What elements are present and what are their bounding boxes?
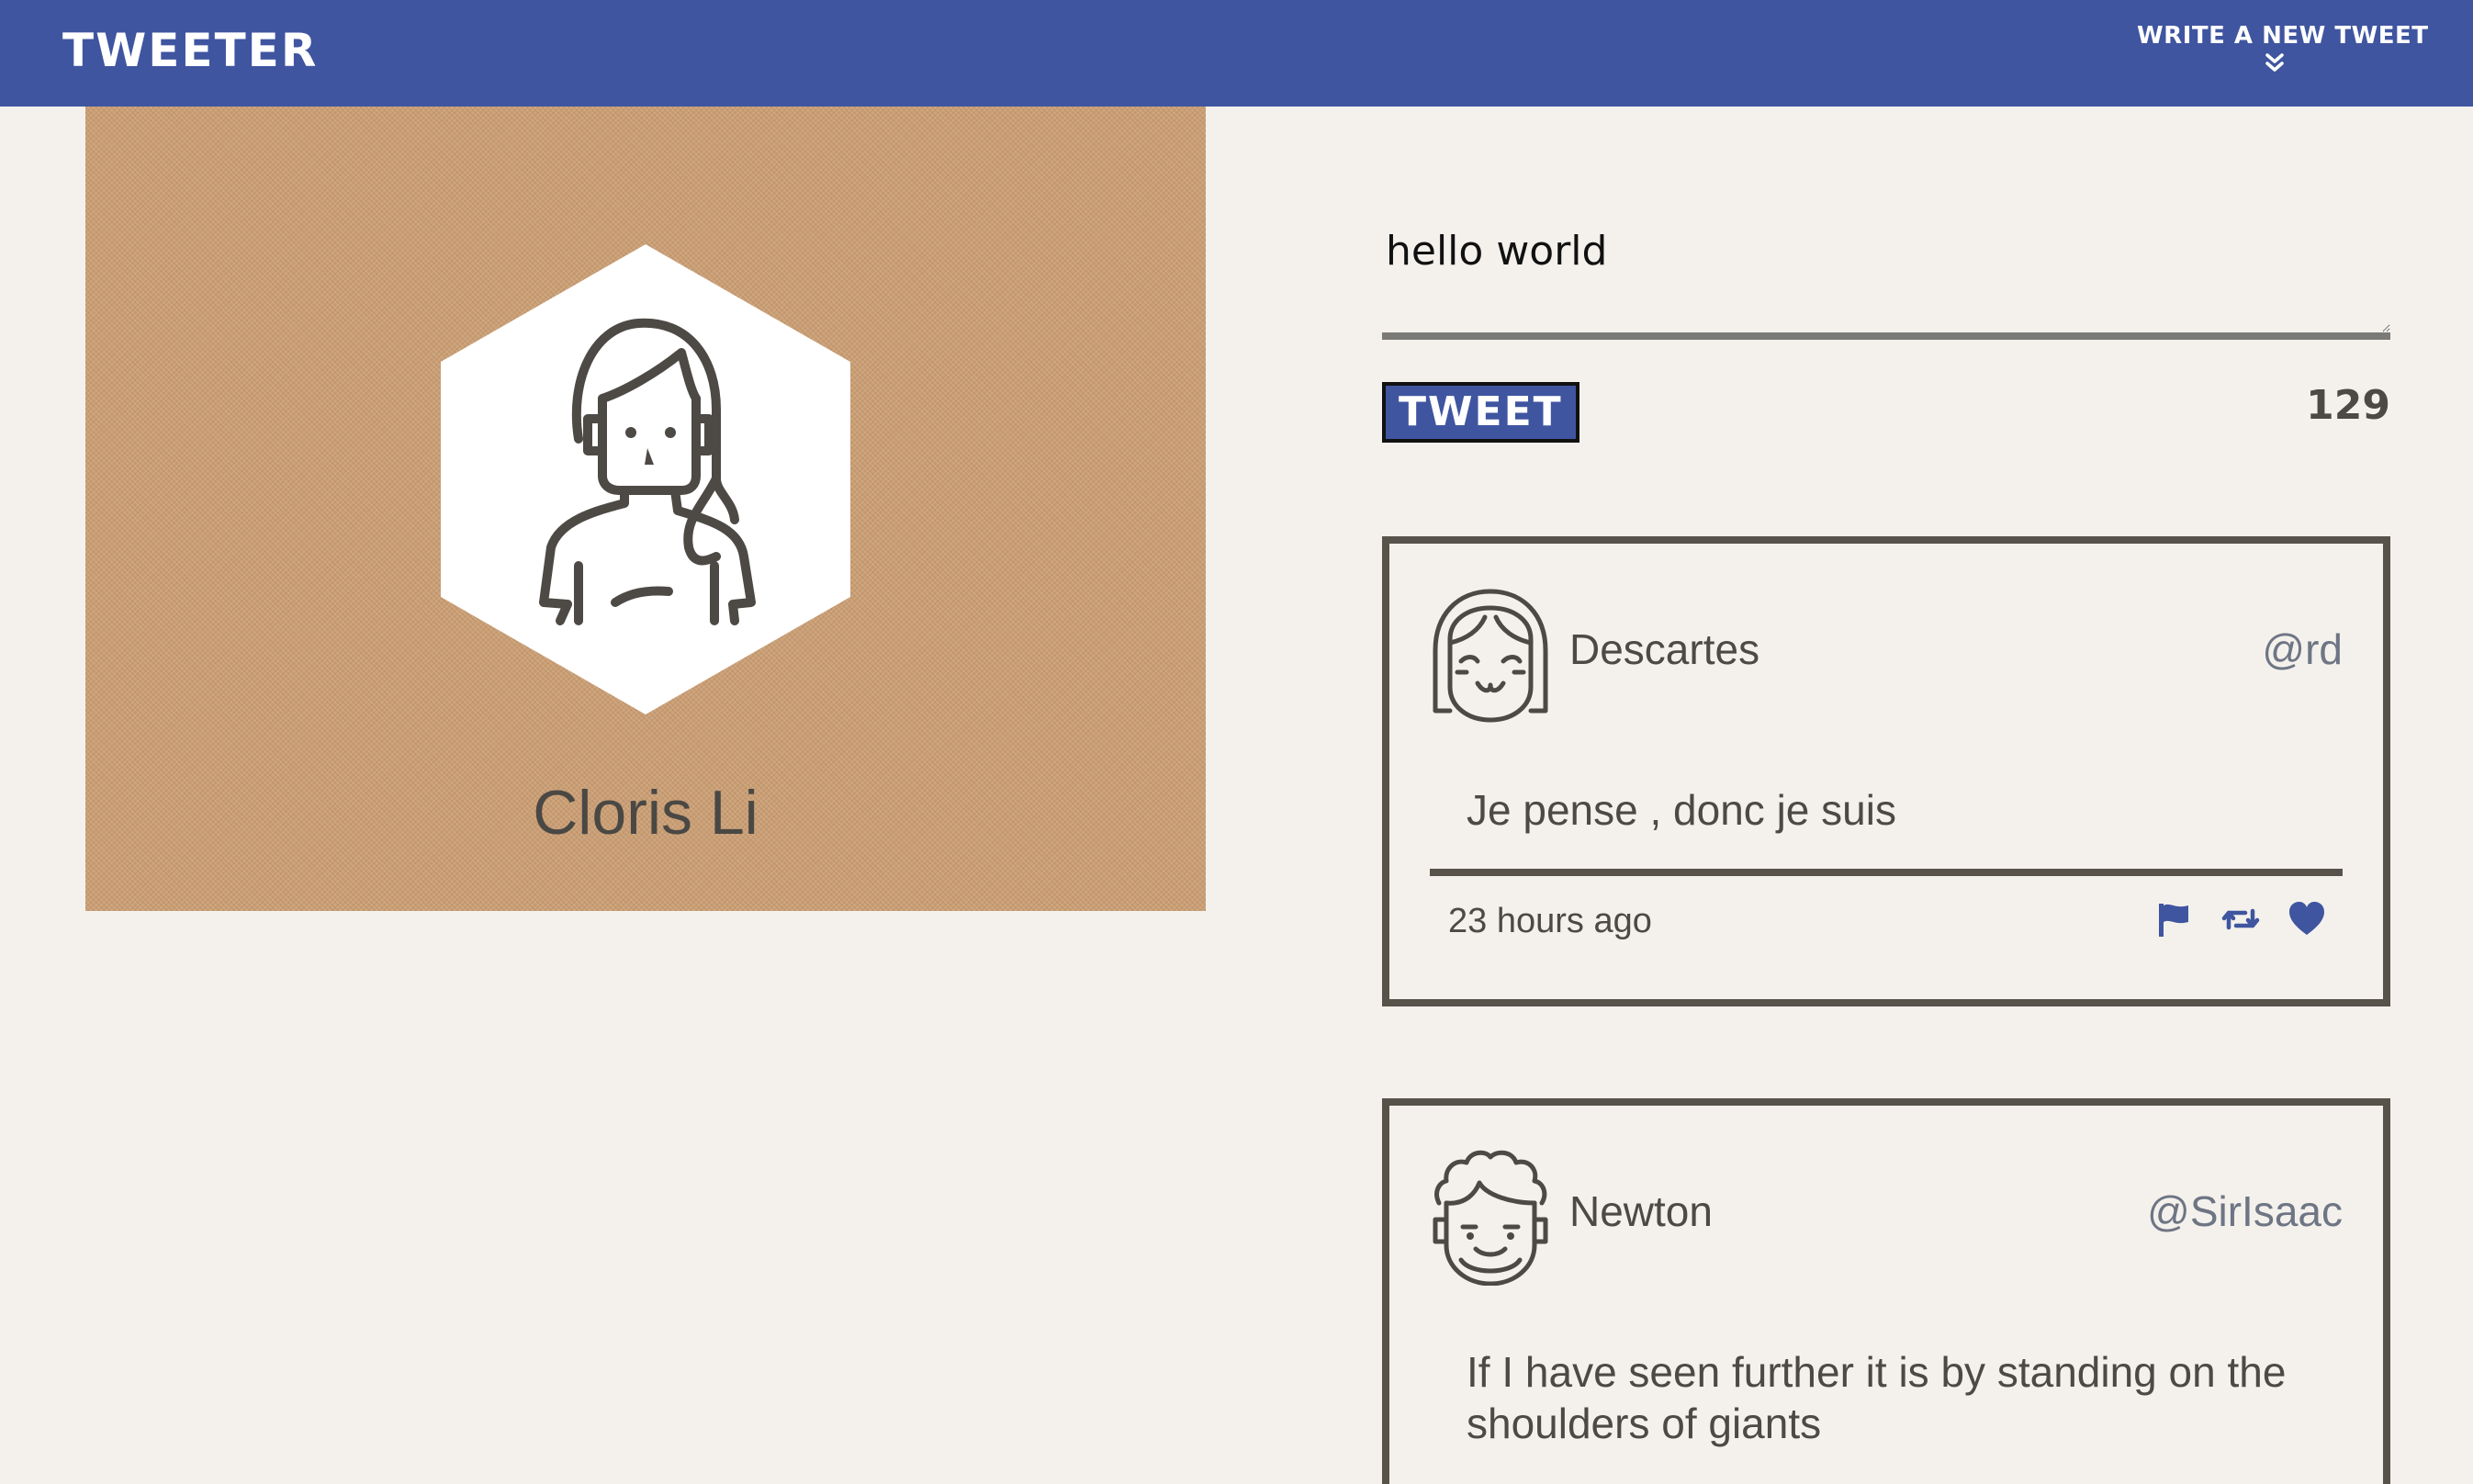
- smiling-girl-avatar-icon: [1433, 589, 1548, 723]
- tweet-content: If I have seen further it is by standing…: [1467, 1348, 2287, 1447]
- retweet-icon[interactable]: [2221, 900, 2260, 939]
- tweet-actions: [2155, 900, 2326, 939]
- flag-icon[interactable]: [2155, 900, 2194, 939]
- woman-avatar-icon: [441, 244, 850, 714]
- tweet-content: Je pense , donc je suis: [1467, 786, 1896, 834]
- tweet-author-handle[interactable]: @SirIsaac: [2147, 1186, 2343, 1236]
- brand-logo[interactable]: TWEETER: [62, 24, 318, 77]
- character-counter: 129: [2306, 382, 2390, 429]
- tweet-card: Newton @SirIsaac If I have seen further …: [1382, 1098, 2390, 1484]
- top-navigation-bar: TWEETER WRITE A NEW TWEET: [0, 0, 2473, 107]
- write-new-tweet-label[interactable]: WRITE A NEW TWEET: [2137, 22, 2428, 50]
- new-tweet-form: TWEET 129: [1382, 202, 2390, 446]
- tweet-text-input[interactable]: [1382, 202, 2390, 340]
- profile-user-name: Cloris Li: [533, 778, 759, 848]
- tweet-card: Descartes @rd Je pense , donc je suis 23…: [1382, 536, 2390, 1006]
- tweet-author-name[interactable]: Descartes: [1569, 624, 1759, 674]
- tweet-author-name[interactable]: Newton: [1569, 1186, 1713, 1236]
- tweet-timestamp: 23 hours ago: [1448, 902, 1652, 940]
- tweet-divider: [1430, 869, 2343, 876]
- heart-icon[interactable]: [2288, 900, 2326, 939]
- tweet-author-handle[interactable]: @rd: [2262, 624, 2343, 674]
- double-chevron-down-icon[interactable]: [2263, 51, 2287, 75]
- curly-hair-man-avatar-icon: [1433, 1150, 1548, 1286]
- compose-actions-row: TWEET 129: [1382, 382, 2390, 446]
- tweet-submit-button[interactable]: TWEET: [1382, 382, 1579, 443]
- profile-card: Cloris Li: [85, 107, 1206, 911]
- write-new-tweet-toggle[interactable]: WRITE A NEW TWEET: [2137, 22, 2428, 83]
